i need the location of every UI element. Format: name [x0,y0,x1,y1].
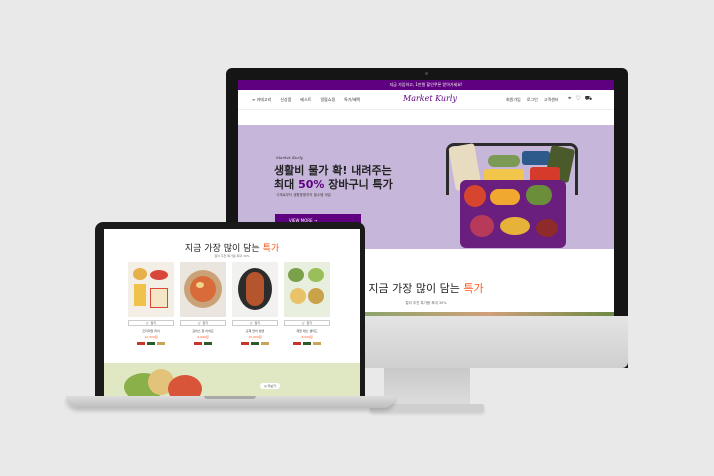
nav-item-category[interactable]: ≡ 카테고리 [252,97,271,103]
global-nav: ≡ 카테고리 신상품 베스트 알뜰쇼핑 특가/혜택 Market Kurly 회… [238,90,614,110]
nav-item-saving[interactable]: 알뜰쇼핑 [320,97,335,103]
product-image[interactable] [180,262,226,317]
grocery-item [464,185,486,207]
product-image[interactable] [232,262,278,317]
nav-item-special[interactable]: 특가/혜택 [344,97,360,103]
product-name[interactable]: 프리미엄 파이 [128,329,174,333]
add-to-cart-button[interactable]: 🛒 담기 [180,320,226,326]
product-price: 12,900원 [128,335,174,339]
product-price-value: 9,900원 [197,335,209,339]
nav-item-new[interactable]: 신상품 [280,97,291,103]
laptop-notch [204,396,256,399]
location-icon[interactable]: ⌖ [568,95,571,103]
add-to-cart-label: 담기 [306,321,313,325]
product-name[interactable]: 감바스 알 아히요 [180,329,226,333]
laptop-title-prefix: 지금 가장 많이 담는 [184,244,263,254]
product-card[interactable]: 🛒 담기 프리미엄 파이 12,900원 [128,262,174,345]
product-price-value: 8,900원 [301,335,313,339]
product-card[interactable]: 🛒 담기 감바스 알 아히요 9,900원 [180,262,226,345]
banner-more-badge[interactable]: ◎ 더보기 [260,383,280,389]
laptop-section-title: 지금 가장 많이 담는 특가 [104,241,360,254]
option-swatches [284,342,330,345]
product-price: 9,900원 [180,335,226,339]
hero-title-line2: 최대 50% 장바구니 특가 [274,176,393,192]
promo-topbar-text[interactable]: 지금 가입하고, 1만원 할인쿠폰 받아가세요! [389,82,462,88]
site-logo[interactable]: Market Kurly [403,94,457,103]
camera-dot [425,72,428,75]
product-image[interactable] [128,262,174,317]
product-price: 15,900원 [232,335,278,339]
add-to-cart-button[interactable]: 🛒 담기 [284,320,330,326]
product-price-value: 12,900원 [144,335,158,339]
product-image[interactable] [284,262,330,317]
option-swatches [180,342,226,345]
option-swatches [232,342,278,345]
nav-menu: ≡ 카테고리 신상품 베스트 알뜰쇼핑 특가/혜택 [252,97,360,103]
product-card[interactable]: 🛒 담기 훈제 연어 필렛 15,900원 [232,262,278,345]
support-link[interactable]: 고객센터 [544,97,559,103]
grocery-item [536,219,558,237]
cart-icon[interactable]: ⛟ [585,95,593,103]
grocery-item [470,215,494,237]
heart-icon[interactable]: ♡ [575,95,580,103]
add-to-cart-button[interactable]: 🛒 담기 [128,320,174,326]
best-title-highlight: 특가 [463,282,484,295]
grocery-item [500,217,530,235]
laptop-screen: 지금 가장 많이 담는 특가 컬리 추천 특가템 최대 30% 🛒 담기 프리미… [104,229,360,396]
hero-title-highlight: 50% [298,178,325,191]
laptop-title-highlight: 특가 [262,244,280,254]
grocery-item [522,151,550,165]
nav-icons: ⌖ ♡ ⛟ [568,95,592,103]
laptop-promo-banner[interactable]: ◎ 더보기 [104,363,360,396]
hero-subtitle: Market Kurly [276,155,303,160]
option-swatches [128,342,174,345]
promo-topbar[interactable]: 지금 가입하고, 1만원 할인쿠폰 받아가세요! [238,80,614,90]
grocery-item [526,185,552,205]
login-link[interactable]: 로그인 [527,97,538,103]
grocery-item [488,155,520,167]
product-name[interactable]: 훈제 연어 필렛 [232,329,278,333]
add-to-cart-label: 담기 [254,321,261,325]
add-to-cart-label: 담기 [150,321,157,325]
hero-description: 식재료부터 생활용품까지 필수템 세일 [276,193,331,197]
util-menu: 회원가입 로그인 고객센터 [506,97,559,103]
best-title-prefix: 지금 가장 많이 담는 [368,282,464,295]
grocery-item [490,189,520,205]
product-price: 8,900원 [284,335,330,339]
signup-link[interactable]: 회원가입 [506,97,521,103]
nav-item-best[interactable]: 베스트 [300,97,311,103]
product-name[interactable]: 제철 채소 샐러드 [284,329,330,333]
hero-title-prefix: 최대 [274,178,299,191]
laptop-section-subtitle: 컬리 추천 특가템 최대 30% [214,254,250,258]
add-to-cart-label: 담기 [202,321,209,325]
hero-title-suffix: 장바구니 특가 [324,178,393,191]
imac-stand [384,368,470,408]
product-price-value: 15,900원 [248,335,262,339]
add-to-cart-button[interactable]: 🛒 담기 [232,320,278,326]
product-card[interactable]: 🛒 담기 제철 채소 샐러드 8,900원 [284,262,330,345]
